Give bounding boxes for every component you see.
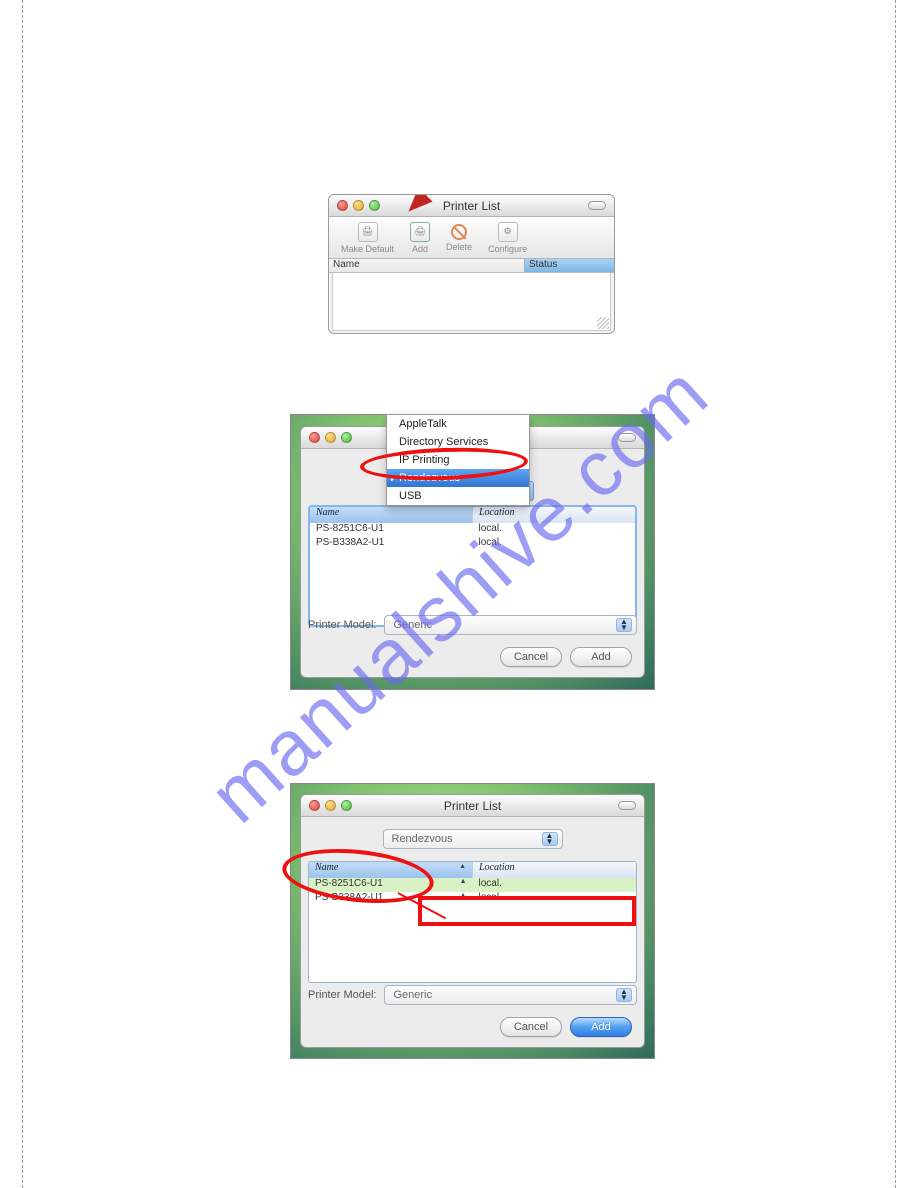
add-button[interactable]: Add bbox=[570, 1017, 632, 1037]
close-icon[interactable] bbox=[337, 200, 348, 211]
connection-type-select[interactable]: Rendezvous ▲▼ bbox=[383, 829, 563, 849]
list-row[interactable]: PS-8251C6-U1 local. bbox=[310, 523, 635, 537]
add-button[interactable]: 🖨 Add bbox=[404, 219, 436, 256]
delete-button[interactable]: Delete bbox=[440, 219, 478, 256]
printers-found-list[interactable]: Name Location PS-8251C6-U1 local. PS-B33… bbox=[308, 505, 637, 627]
make-default-label: Make Default bbox=[341, 244, 394, 254]
close-icon[interactable] bbox=[309, 432, 320, 443]
close-icon[interactable] bbox=[309, 800, 320, 811]
zoom-icon[interactable] bbox=[341, 432, 352, 443]
delete-icon bbox=[451, 224, 467, 240]
add-button[interactable]: Add bbox=[570, 647, 632, 667]
window-title: Printer List bbox=[443, 199, 500, 213]
connection-type-value: Rendezvous bbox=[392, 833, 453, 845]
delete-label: Delete bbox=[446, 242, 472, 252]
printer-model-value: Generic bbox=[393, 619, 432, 631]
red-rect-annotation bbox=[418, 896, 636, 926]
row-location: local. bbox=[473, 537, 636, 551]
configure-button[interactable]: ⚙ Configure bbox=[482, 219, 533, 256]
printer-model-select[interactable]: Generic ▲▼ bbox=[384, 985, 637, 1005]
col-location[interactable]: Location bbox=[473, 862, 636, 878]
configure-icon: ⚙ bbox=[498, 222, 518, 242]
list-header: Name Location bbox=[310, 507, 635, 523]
toolbar-toggle-icon[interactable] bbox=[618, 801, 636, 810]
col-status[interactable]: Status bbox=[524, 259, 614, 272]
zoom-icon[interactable] bbox=[341, 800, 352, 811]
titlebar: Printer List bbox=[329, 195, 614, 217]
printer-list-empty[interactable] bbox=[332, 273, 611, 331]
select-arrows-icon: ▲▼ bbox=[546, 833, 554, 845]
row-location: local. bbox=[473, 523, 636, 537]
printer-icon: 🖨 bbox=[358, 222, 378, 242]
zoom-icon[interactable] bbox=[369, 200, 380, 211]
printer-icon: 🖨 bbox=[410, 222, 430, 242]
printer-model-value: Generic bbox=[393, 989, 432, 1001]
configure-label: Configure bbox=[488, 244, 527, 254]
window-title: Printer List bbox=[444, 799, 501, 813]
menu-item-appletalk[interactable]: AppleTalk bbox=[387, 415, 529, 433]
titlebar: Printer List bbox=[301, 795, 644, 817]
col-name[interactable]: Name bbox=[329, 259, 524, 272]
printer-list-window-1: Printer List 🖨 Make Default 🖨 Add Delete… bbox=[328, 194, 615, 334]
row-location: local. bbox=[473, 878, 637, 892]
printer-model-label: Printer Model: bbox=[308, 989, 376, 1001]
toolbar-toggle-icon[interactable] bbox=[618, 433, 636, 442]
select-arrows-icon: ▲▼ bbox=[620, 619, 628, 631]
col-name[interactable]: Name bbox=[310, 507, 473, 523]
minimize-icon[interactable] bbox=[325, 800, 336, 811]
list-row[interactable]: PS-B338A2-U1 local. bbox=[310, 537, 635, 551]
col-location[interactable]: Location bbox=[473, 507, 635, 523]
printer-model-label: Printer Model: bbox=[308, 619, 376, 631]
select-arrows-icon: ▲▼ bbox=[620, 989, 628, 1001]
make-default-button[interactable]: 🖨 Make Default bbox=[335, 219, 400, 256]
minimize-icon[interactable] bbox=[325, 432, 336, 443]
cancel-button[interactable]: Cancel bbox=[500, 1017, 562, 1037]
row-name: PS-8251C6-U1 bbox=[310, 523, 473, 537]
row-name: PS-B338A2-U1 bbox=[310, 537, 473, 551]
list-header: Name Status bbox=[329, 259, 614, 273]
cancel-button[interactable]: Cancel bbox=[500, 647, 562, 667]
toolbar-toggle-icon[interactable] bbox=[588, 201, 606, 210]
minimize-icon[interactable] bbox=[353, 200, 364, 211]
toolbar: 🖨 Make Default 🖨 Add Delete ⚙ Configure bbox=[329, 217, 614, 259]
menu-item-usb[interactable]: USB bbox=[387, 487, 529, 505]
add-label: Add bbox=[412, 244, 428, 254]
printer-model-select[interactable]: Generic ▲▼ bbox=[384, 615, 637, 635]
